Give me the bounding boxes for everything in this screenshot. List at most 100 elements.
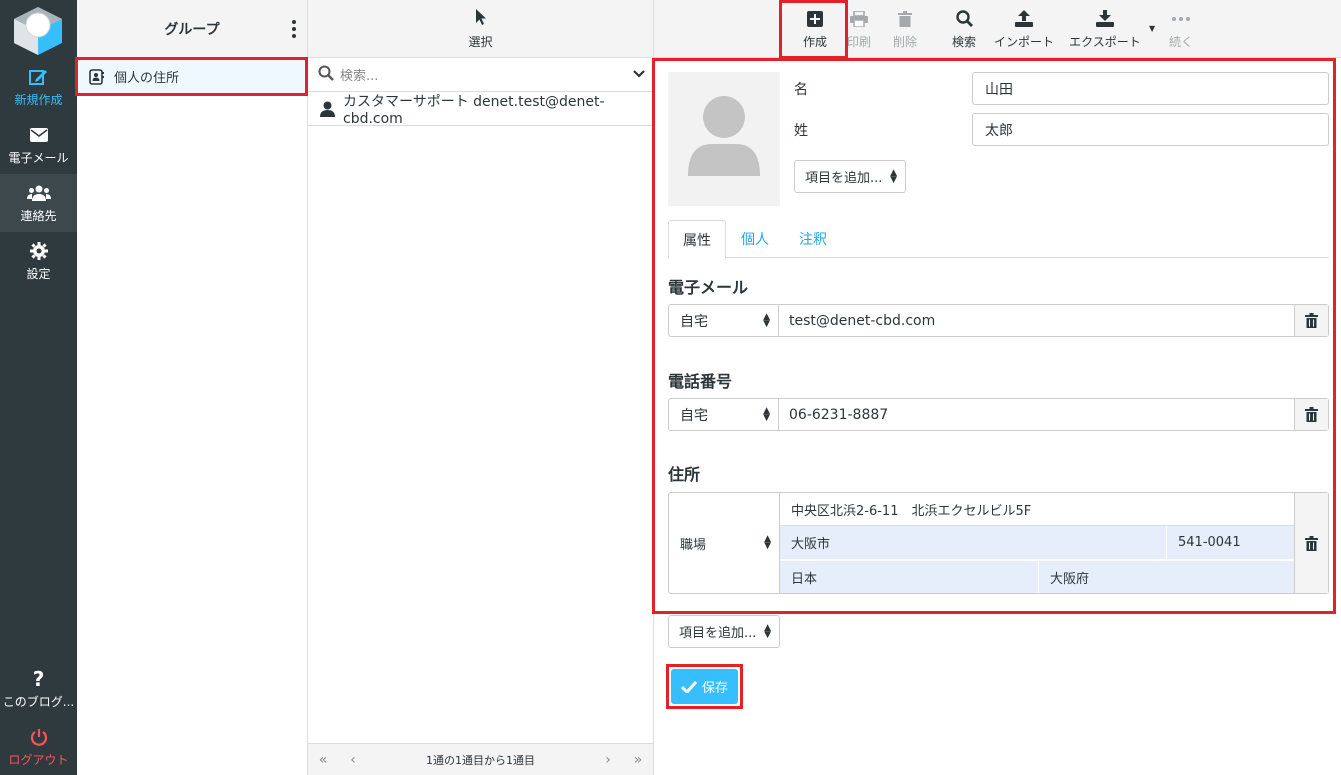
first-page-icon[interactable]: « [308,752,338,768]
region-field[interactable]: 大阪府 [1038,560,1295,593]
save-button[interactable]: 保存 [671,669,738,704]
search-label: 検索 [951,34,976,49]
nav-mail[interactable]: 電子メール [0,116,77,174]
groups-panel: グループ 個人の住所 [77,0,308,775]
envelope-icon [29,125,48,145]
phone-row: 自宅 ▲ ▼ 06-6231-8887 [668,398,1329,431]
contact-search[interactable]: 検索... [308,58,653,92]
select-button[interactable]: 選択 [308,0,653,58]
contact-tabs: 属性 個人 注釈 [668,220,1329,259]
next-page-icon[interactable]: › [593,752,623,768]
contacts-list-panel: 選択 検索... カスタマーサポート denet.test@denet-cbd.… [308,0,654,775]
users-icon [26,183,51,203]
address-row: 職場 ▲ ▼ 中央区北浜2-6-11 北浜エクセルビル5F 大阪市 541-004… [668,492,1329,594]
add-field-select-bottom[interactable]: 項目を追加... ▲ ▼ [668,615,780,648]
last-name-label: 姓 [794,123,808,139]
nav-logout[interactable]: ログアウト [0,718,77,775]
list-pagination: « ‹ 1通の1通目から1通目 › » [308,743,653,775]
main-nav: 新規作成 電子メール 連絡先 設定 ? このブログ... ログアウト [0,0,77,775]
print-button[interactable]: 印刷 [844,0,874,58]
contact-photo[interactable] [668,72,780,206]
app-logo[interactable] [12,5,64,55]
delete-phone-button[interactable] [1294,399,1328,430]
phone-type-select[interactable]: 自宅 ▲ ▼ [669,399,779,430]
street-field[interactable]: 中央区北浜2-6-11 北浜エクセルビル5F [780,493,1295,526]
email-section-title: 電子メール [668,278,749,297]
nav-settings-label: 設定 [26,266,51,281]
add-field-label: 項目を追加... [805,171,883,186]
sort-arrows-icon: ▲ ▼ [763,406,770,423]
city-field[interactable]: 大阪市 [780,526,1166,559]
import-label: インポート [993,34,1054,49]
tab-personal[interactable]: 個人 [730,220,780,258]
nav-settings[interactable]: 設定 [0,232,77,290]
nav-logout-label: ログアウト [8,752,69,767]
power-icon [30,727,48,747]
zip-field[interactable]: 541-0041 [1166,526,1295,559]
group-item-personal[interactable]: 個人の住所 [79,60,305,93]
search-button[interactable]: 検索 [949,0,979,58]
contact-name: カスタマーサポート denet.test@denet-cbd.com [343,93,605,127]
create-button[interactable]: 作成 [800,0,830,58]
export-label: エクスポート [1069,34,1141,49]
delete-button[interactable]: 削除 [890,0,920,58]
phone-section-title: 電話番号 [668,372,733,391]
search-icon [955,9,973,29]
last-name-field[interactable]: 太郎 [972,113,1329,146]
country-field[interactable]: 日本 [780,560,1038,593]
delete-address-button[interactable] [1294,493,1328,593]
more-button[interactable]: 続く [1166,0,1196,58]
add-field-bottom-label: 項目を追加... [679,626,757,641]
prev-page-icon[interactable]: ‹ [338,752,368,768]
tab-notes[interactable]: 注釈 [786,220,840,258]
pagination-text: 1通の1通目から1通目 [426,753,535,767]
address-type-label: 職場 [680,537,707,553]
check-icon [680,680,697,693]
edit-icon [28,67,49,87]
save-label: 保存 [701,681,728,696]
first-name-label: 名 [794,82,808,98]
first-name-field[interactable]: 山田 [972,72,1329,105]
pointer-icon [475,8,487,29]
search-input[interactable]: 検索... [340,65,633,84]
phone-field[interactable]: 06-6231-8887 [779,399,1294,430]
create-label: 作成 [802,34,827,49]
nav-compose-label: 新規作成 [14,92,63,107]
add-field-select[interactable]: 項目を追加... ▲ ▼ [794,160,906,193]
import-button[interactable]: インポート [992,0,1056,58]
groups-title: グループ [164,21,220,38]
nav-contacts[interactable]: 連絡先 [0,174,77,232]
contact-list-item[interactable]: カスタマーサポート denet.test@denet-cbd.com [308,92,653,127]
download-icon [1096,9,1114,29]
plus-square-icon [807,9,823,29]
upload-icon [1015,9,1033,29]
trash-icon [898,9,912,29]
email-row: 自宅 ▲ ▼ test@denet-cbd.com [668,304,1329,337]
address-section-title: 住所 [668,465,701,484]
address-type-select[interactable]: 職場 ▲ ▼ [669,493,780,593]
nav-contacts-label: 連絡先 [20,208,57,223]
nav-about-label: このブログ... [2,694,75,709]
email-field[interactable]: test@denet-cbd.com [779,305,1294,336]
sort-arrows-icon: ▲ ▼ [890,168,897,185]
more-label: 続く [1168,34,1193,49]
trash-icon [1305,407,1318,422]
tab-properties[interactable]: 属性 [668,220,726,259]
nav-compose[interactable]: 新規作成 [0,58,77,116]
last-page-icon[interactable]: » [623,752,653,768]
delete-label: 削除 [892,34,917,49]
sort-arrows-icon: ▲ ▼ [763,312,770,329]
question-icon: ? [32,666,45,691]
nav-about[interactable]: ? このブログ... [0,660,77,718]
trash-icon [1305,313,1318,328]
chevron-down-icon[interactable] [633,67,645,82]
toolbar: 作成 印刷 削除 検索 インポート エクスポート ▼ 続く [654,0,1341,58]
groups-menu-icon[interactable] [289,18,299,40]
phone-type-label: 自宅 [680,407,708,424]
groups-header: グループ [77,0,307,58]
delete-email-button[interactable] [1294,305,1328,336]
export-dropdown-icon[interactable]: ▼ [1149,24,1155,33]
ellipsis-icon [1172,9,1190,29]
email-type-select[interactable]: 自宅 ▲ ▼ [669,305,779,336]
export-button[interactable]: エクスポート [1066,0,1144,58]
